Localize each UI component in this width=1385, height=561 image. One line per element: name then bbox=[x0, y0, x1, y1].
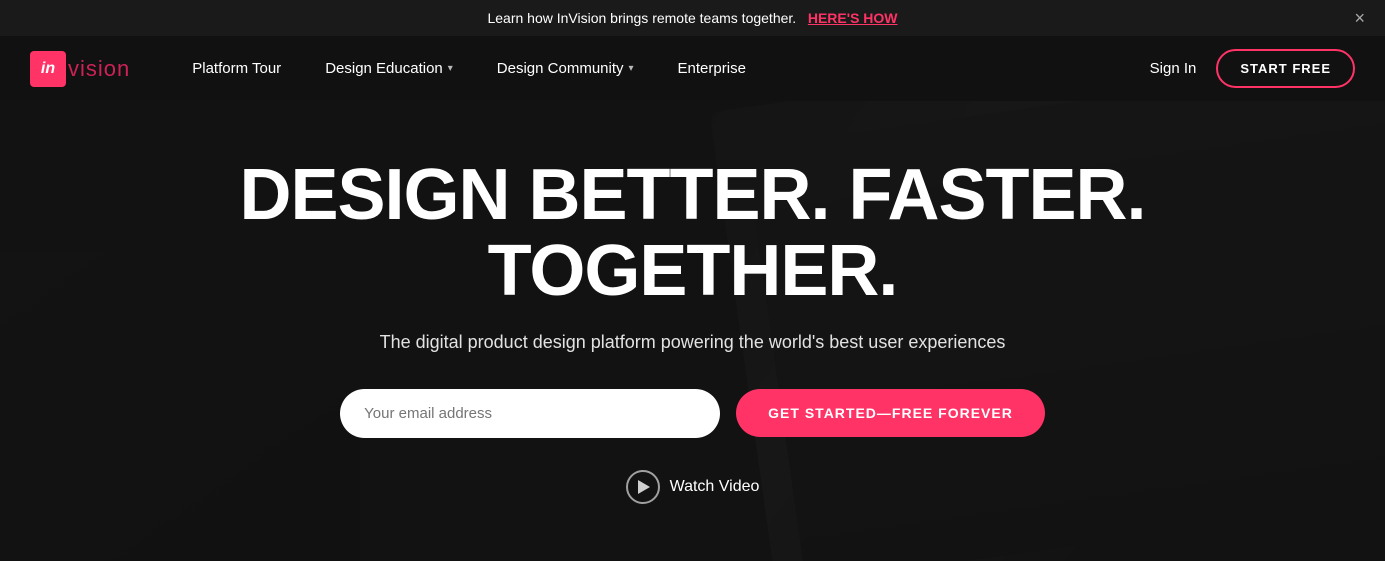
design-education-chevron: ▾ bbox=[448, 63, 453, 74]
logo-icon: in bbox=[30, 51, 66, 87]
nav-links: Platform Tour Design Education ▾ Design … bbox=[170, 36, 1149, 101]
announcement-close[interactable]: × bbox=[1354, 9, 1365, 27]
watch-video-label: Watch Video bbox=[670, 478, 760, 496]
nav-enterprise[interactable]: Enterprise bbox=[656, 36, 768, 101]
play-triangle-icon bbox=[638, 480, 650, 494]
logo[interactable]: in vision bbox=[30, 51, 130, 87]
hero-cta: GET STARTED—FREE FOREVER bbox=[113, 389, 1273, 438]
nav-right: Sign In START FREE bbox=[1150, 49, 1355, 88]
hero-section: DESIGN BETTER. FASTER. TOGETHER. The dig… bbox=[0, 101, 1385, 561]
sign-in-link[interactable]: Sign In bbox=[1150, 60, 1197, 77]
email-input[interactable] bbox=[340, 389, 720, 438]
navigation: in vision Platform Tour Design Education… bbox=[0, 36, 1385, 101]
hero-subtitle: The digital product design platform powe… bbox=[113, 332, 1273, 353]
nav-design-education[interactable]: Design Education ▾ bbox=[303, 36, 475, 101]
start-free-button[interactable]: START FREE bbox=[1216, 49, 1355, 88]
nav-platform-tour[interactable]: Platform Tour bbox=[170, 36, 303, 101]
play-circle-icon bbox=[626, 470, 660, 504]
nav-design-community[interactable]: Design Community ▾ bbox=[475, 36, 656, 101]
hero-content: DESIGN BETTER. FASTER. TOGETHER. The dig… bbox=[93, 118, 1293, 543]
design-community-chevron: ▾ bbox=[629, 63, 634, 74]
watch-video[interactable]: Watch Video bbox=[113, 470, 1273, 504]
get-started-button[interactable]: GET STARTED—FREE FOREVER bbox=[736, 389, 1045, 437]
logo-text: vision bbox=[68, 56, 130, 82]
announcement-bar: Learn how InVision brings remote teams t… bbox=[0, 0, 1385, 36]
hero-title: DESIGN BETTER. FASTER. TOGETHER. bbox=[113, 158, 1273, 309]
announcement-text: Learn how InVision brings remote teams t… bbox=[487, 10, 796, 26]
announcement-cta[interactable]: HERE'S HOW bbox=[808, 10, 898, 26]
